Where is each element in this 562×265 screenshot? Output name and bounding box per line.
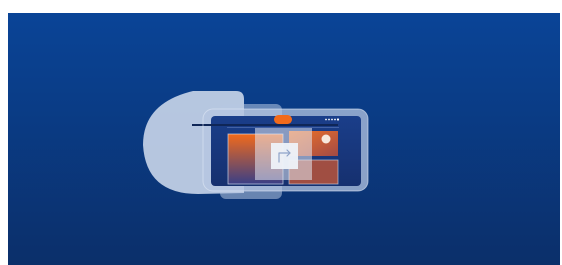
illustration-svg	[8, 13, 560, 265]
hero-illustration	[8, 13, 560, 265]
sun-circle	[321, 134, 331, 144]
orange-pill	[274, 115, 292, 124]
separator-line	[227, 127, 339, 128]
share-square	[271, 143, 298, 169]
top-bar-line	[192, 124, 338, 126]
